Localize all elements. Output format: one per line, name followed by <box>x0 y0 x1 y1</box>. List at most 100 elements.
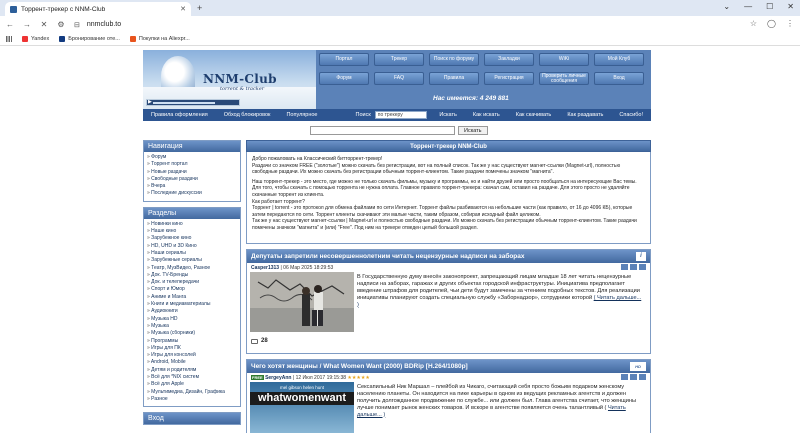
post-author[interactable]: SergeyAnn <box>265 375 291 381</box>
section-item[interactable]: Спорт и Юмор <box>147 286 237 293</box>
nav-rules[interactable]: Правила <box>429 72 479 85</box>
nav-private-messages[interactable]: Проверить личные сообщения <box>539 72 589 85</box>
section-item[interactable]: Аудиокниги <box>147 308 237 315</box>
section-item[interactable]: Зарубежное кино <box>147 235 237 242</box>
post-image[interactable] <box>250 272 354 332</box>
apps-icon[interactable] <box>6 36 12 42</box>
back-icon[interactable]: ← <box>6 20 14 29</box>
browser-navbar: ← → ✕ ⚙ ⊟ nnmclub.to ☆ ◯ ⋮ <box>0 16 800 33</box>
top-search-input[interactable] <box>310 126 455 135</box>
radio-player[interactable]: ▶ <box>146 99 240 106</box>
section-item[interactable]: Зарубежные сериалы <box>147 257 237 264</box>
share-twitter-icon[interactable] <box>621 374 628 380</box>
tracker-search-button[interactable]: Искать <box>431 112 465 118</box>
nav-login[interactable]: Вход <box>594 72 644 85</box>
share-twitter-icon[interactable] <box>621 264 628 270</box>
section-item[interactable]: Музыка <box>147 323 237 330</box>
section-item[interactable]: Музыка (сборники) <box>147 330 237 337</box>
menu-icon[interactable]: ⋮ <box>786 19 794 28</box>
close-tab-icon[interactable]: ✕ <box>180 5 186 13</box>
reload-icon[interactable]: ✕ <box>40 20 48 29</box>
section-item[interactable]: HD, UHD и 3D Кино <box>147 243 237 250</box>
post-author[interactable]: Casper1313 <box>251 265 279 271</box>
nav-my-club[interactable]: Мой Клуб <box>594 53 644 66</box>
post-title[interactable]: Депутаты запретили несовершеннолетним чи… <box>247 250 650 263</box>
menu-search-label: Поиск <box>355 112 371 118</box>
section-item[interactable]: Док. и телепередачи <box>147 279 237 286</box>
booking-icon <box>59 36 66 42</box>
section-item[interactable]: Аниме и Манга <box>147 294 237 301</box>
minimize-icon[interactable]: — <box>744 2 752 11</box>
header-nav: Портал Трекер Поиск по форуму Закладки W… <box>319 53 649 90</box>
bookmark-star-icon[interactable]: ☆ <box>750 19 757 28</box>
section-item[interactable]: Программы <box>147 338 237 345</box>
sidebar-item-yesterday[interactable]: Вчера <box>147 183 237 190</box>
section-item[interactable]: Android, Mobile <box>147 359 237 366</box>
tracker-search-input[interactable]: по трекеру <box>374 111 428 119</box>
section-item[interactable]: Наше кино <box>147 228 237 235</box>
site-info-icon[interactable]: ⊟ <box>74 21 80 29</box>
section-item[interactable]: Всё для *NIX систем <box>147 374 237 381</box>
section-item[interactable]: Новинки кино <box>147 221 237 228</box>
menu-popular[interactable]: Популярное <box>278 112 325 118</box>
bookmark-booking[interactable]: Бронирование оте... <box>59 36 120 42</box>
nav-register[interactable]: Регистрация <box>484 72 534 85</box>
settings-icon[interactable]: ⚙ <box>57 20 65 29</box>
poster-names: mel gibson helen hunt <box>279 385 325 390</box>
bookmark-yandex[interactable]: Yandex <box>22 36 49 42</box>
browser-tab[interactable]: Торрент-трекер с NNM-Club ✕ <box>5 2 191 16</box>
menu-thanks[interactable]: Спасибо! <box>611 112 651 118</box>
menu-how-to-search[interactable]: Как искать <box>465 112 508 118</box>
player-volume-slider[interactable] <box>153 102 215 104</box>
nav-portal[interactable]: Портал <box>319 53 369 66</box>
share-facebook-icon[interactable] <box>630 264 637 270</box>
bookmark-aliexpress[interactable]: Покупки на Aliexpr... <box>129 36 190 42</box>
section-item[interactable]: Игры для ПК <box>147 345 237 352</box>
sidebar-item-recent-discussions[interactable]: Последние дискуссии <box>147 190 237 197</box>
new-tab-icon[interactable]: + <box>197 3 202 13</box>
nav-tracker[interactable]: Трекер <box>374 53 424 66</box>
menu-how-to-seed[interactable]: Как раздавать <box>559 112 611 118</box>
sidebar-item-free-releases[interactable]: Свободные раздачи <box>147 176 237 183</box>
section-item[interactable]: Театр, МузВидео, Разное <box>147 265 237 272</box>
section-item[interactable]: Книги и медиаматериалы <box>147 301 237 308</box>
browser-tabbar: Торрент-трекер с NNM-Club ✕ + ⌄ — ☐ ✕ <box>0 0 800 16</box>
share-buttons <box>621 374 646 380</box>
share-vk-icon[interactable] <box>639 264 646 270</box>
nav-faq[interactable]: FAQ <box>374 72 424 85</box>
sidebar-item-forum[interactable]: Форум <box>147 154 237 161</box>
section-item[interactable]: Всё для Apple <box>147 381 237 388</box>
forward-icon[interactable]: → <box>23 20 31 29</box>
site-logo[interactable]: NNM-Club torrent & tracker ▶ <box>143 50 316 109</box>
top-search-button[interactable]: Искать <box>458 126 488 135</box>
close-window-icon[interactable]: ✕ <box>787 2 794 11</box>
share-vk-icon[interactable] <box>639 374 646 380</box>
nav-forum-search[interactable]: Поиск по форуму <box>429 53 479 66</box>
nav-forum[interactable]: Форум <box>319 72 369 85</box>
section-item[interactable]: Музыка HD <box>147 316 237 323</box>
tab-list-icon[interactable]: ⌄ <box>723 2 730 11</box>
section-item[interactable]: Игры для консолей <box>147 352 237 359</box>
section-item[interactable]: Мультимедиа, Дизайн, Графика <box>147 389 237 396</box>
section-item[interactable]: Разное <box>147 396 237 403</box>
section-item[interactable]: Детям и родителям <box>147 367 237 374</box>
address-bar[interactable]: nnmclub.to <box>87 21 121 28</box>
maximize-icon[interactable]: ☐ <box>766 2 773 11</box>
menu-bypass-blocks[interactable]: Обход блокировок <box>216 112 279 118</box>
menu-how-to-download[interactable]: Как скачивать <box>508 112 560 118</box>
sidebar-item-new-releases[interactable]: Новые раздачи <box>147 169 237 176</box>
post-meta: FREE SergeyAnn | 12 Июл 2017 19:15:38 ★★… <box>247 373 650 382</box>
nav-wiki[interactable]: WiKi <box>539 53 589 66</box>
nav-bookmarks[interactable]: Закладки <box>484 53 534 66</box>
play-icon[interactable]: ▶ <box>148 100 152 105</box>
profile-icon[interactable]: ◯ <box>767 19 776 28</box>
section-item[interactable]: Док. TV-Бренды <box>147 272 237 279</box>
section-item[interactable]: Наши сериалы <box>147 250 237 257</box>
post-meta: Casper1313 | 06 Мар 2025 18:29:53 <box>247 263 650 272</box>
menu-rules-formatting[interactable]: Правила оформления <box>143 112 216 118</box>
post-title[interactable]: Чего хотят женщины / What Women Want (20… <box>247 360 650 373</box>
share-facebook-icon[interactable] <box>630 374 637 380</box>
movie-poster[interactable]: mel gibson helen hunt whatwomenwant <box>250 382 354 433</box>
sidebar-item-torrent-portal[interactable]: Торрент портал <box>147 161 237 168</box>
comment-count[interactable]: 28 <box>251 338 268 344</box>
